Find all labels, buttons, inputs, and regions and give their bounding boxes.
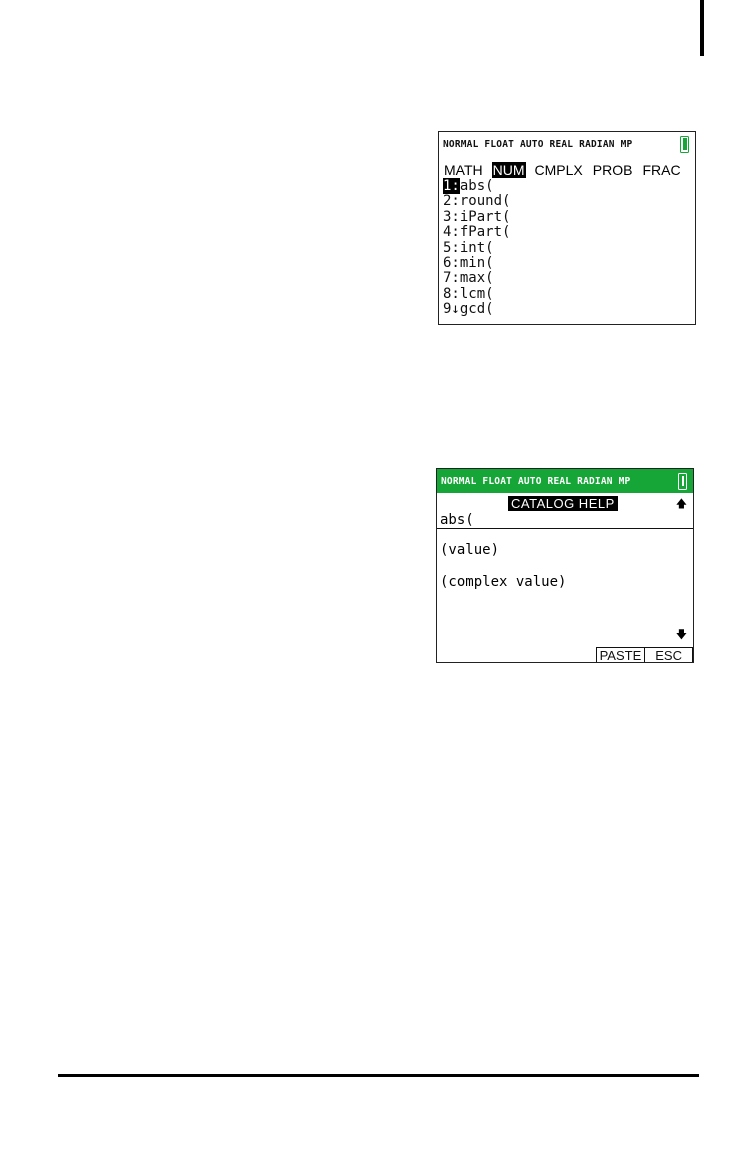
- battery-icon: [680, 132, 689, 153]
- calculator-screen-math-num-menu: NORMAL FLOAT AUTO REAL RADIAN MP MATH NU…: [438, 131, 696, 325]
- menu-item-fpart[interactable]: 4:fPart(: [439, 225, 695, 240]
- menu-item-label: int(: [459, 239, 494, 256]
- menu-tabs: MATH NUM CMPLX PROB FRAC: [439, 162, 695, 178]
- menu-item-key: 6:: [443, 255, 460, 272]
- menu-item-key: 9↓: [443, 301, 460, 318]
- status-bar: NORMAL FLOAT AUTO REAL RADIAN MP: [439, 132, 695, 156]
- menu-item-int[interactable]: 5:int(: [439, 239, 695, 256]
- menu-item-max[interactable]: 7:max(: [439, 271, 695, 286]
- tab-frac[interactable]: FRAC: [641, 162, 681, 178]
- menu-item-label: abs(: [459, 178, 494, 194]
- tab-prob[interactable]: PROB: [592, 162, 634, 178]
- tab-num[interactable]: NUM: [491, 162, 526, 178]
- catalog-help-function: abs(: [437, 513, 693, 529]
- menu-item-round[interactable]: 2:round(: [439, 194, 695, 209]
- esc-button[interactable]: ESC: [645, 647, 693, 662]
- battery-icon: [678, 469, 687, 490]
- page-edge-rule: [700, 0, 704, 56]
- menu-item-key: 5:: [443, 239, 460, 256]
- tab-math[interactable]: MATH: [443, 162, 484, 178]
- help-title-row: CATALOG HELP 🡅: [437, 493, 693, 513]
- menu-item-label: fPart(: [459, 224, 511, 241]
- menu-item-label: iPart(: [459, 208, 511, 225]
- catalog-help-arg-2: (complex value): [440, 574, 567, 590]
- menu-item-ipart[interactable]: 3:iPart(: [439, 208, 695, 225]
- status-bar-text: NORMAL FLOAT AUTO REAL RADIAN MP: [443, 138, 633, 150]
- menu-item-lcm[interactable]: 8:lcm(: [439, 285, 695, 302]
- menu-item-key: 3:: [443, 208, 460, 225]
- catalog-help-title: CATALOG HELP: [508, 496, 618, 511]
- menu-item-key: 7:: [443, 270, 460, 287]
- menu-item-abs[interactable]: 1:abs(: [439, 178, 695, 194]
- scroll-down-arrow-icon: 🡇: [675, 628, 687, 641]
- tab-cmplx[interactable]: CMPLX: [534, 162, 584, 178]
- menu-item-label: lcm(: [459, 285, 494, 302]
- menu-item-label: min(: [459, 255, 494, 272]
- menu-item-key: 2:: [443, 193, 460, 210]
- menu-item-min[interactable]: 6:min(: [439, 255, 695, 272]
- menu-item-gcd[interactable]: 9↓gcd(: [439, 302, 695, 317]
- status-bar-text: NORMAL FLOAT AUTO REAL RADIAN MP: [441, 475, 631, 487]
- menu-item-key: 1:: [443, 178, 460, 194]
- page-bottom-rule: [58, 1074, 699, 1077]
- scroll-up-arrow-icon: 🡅: [675, 497, 687, 510]
- status-bar: NORMAL FLOAT AUTO REAL RADIAN MP: [437, 469, 693, 493]
- menu-item-key: 4:: [443, 224, 460, 241]
- paste-button[interactable]: PASTE: [595, 647, 646, 662]
- menu-item-label: max(: [459, 270, 494, 287]
- menu-item-label: round(: [459, 193, 511, 210]
- softkey-bar: PASTE ESC: [595, 647, 693, 662]
- menu-item-label: gcd(: [459, 301, 494, 318]
- menu-item-key: 8:: [443, 285, 460, 302]
- catalog-help-arg-1: (value): [440, 542, 500, 558]
- calculator-screen-catalog-help: NORMAL FLOAT AUTO REAL RADIAN MP CATALOG…: [436, 468, 694, 663]
